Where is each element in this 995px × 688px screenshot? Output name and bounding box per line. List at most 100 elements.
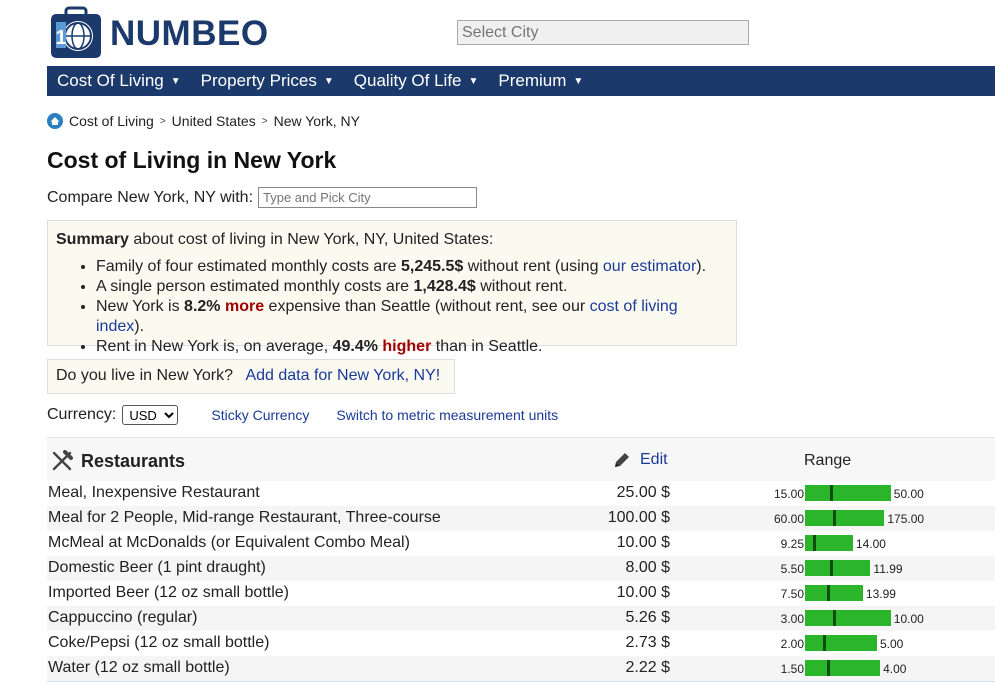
nav-premium[interactable]: Premium ▼ [488,66,593,96]
select-city-input[interactable] [457,20,749,45]
table-row: Cappuccino (regular) 5.26 $ 3.00 10.00 [47,606,995,631]
nav-quality-of-life[interactable]: Quality Of Life ▼ [344,66,489,96]
price-range: 9.25 14.00 [752,531,992,556]
price-range: 3.00 10.00 [752,606,992,631]
range-marker [826,660,830,676]
range-high: 11.99 [873,562,903,576]
breadcrumb: Cost of Living > United States > New Yor… [47,113,360,129]
item-name: Meal for 2 People, Mid-range Restaurant,… [48,509,441,526]
table-row: Coke/Pepsi (12 oz small bottle) 2.73 $ 2.0… [47,631,995,656]
summary-heading: Summary [56,231,129,248]
item-price: 100.00 $ [607,509,670,526]
compare-label: Compare New York, NY with: [47,188,254,206]
price-range: 5.50 11.99 [752,556,992,581]
range-marker [827,585,831,601]
item-name: McMeal at McDonalds (or Equivalent Combo… [48,534,410,551]
range-high: 14.00 [855,537,886,551]
nav-label: Cost Of Living [57,71,164,90]
summary-lead-text: about cost of living in New York, NY, Un… [128,231,494,248]
summary-text: New York is [96,298,185,315]
range-low: 5.50 [780,562,804,576]
price-range: 15.00 50.00 [752,481,992,506]
item-name: Imported Beer (12 oz small bottle) [48,584,289,601]
home-icon[interactable] [47,113,63,129]
breadcrumb-new-york[interactable]: New York, NY [274,113,360,129]
range-marker [812,535,816,551]
range-high: 4.00 [883,662,907,676]
item-name: Cappuccino (regular) [48,609,198,626]
breadcrumb-cost-of-living[interactable]: Cost of Living [69,113,154,129]
currency-row: Currency: USD Sticky Currency Switch to … [47,405,558,425]
restaurants-rows: Meal, Inexpensive Restaurant 25.00 $ 15.00… [47,481,995,681]
summary-comparison: higher [382,338,432,355]
range-low: 1.50 [780,662,804,676]
restaurants-header: Restaurants Edit Range [47,437,995,481]
restaurants-title: Restaurants [51,450,185,472]
contribute-box: Do you live in New York? Add data for Ne… [47,359,455,394]
page-title: Cost of Living in New York [47,147,337,173]
breadcrumb-separator: > [159,115,166,127]
breadcrumb-united-states[interactable]: United States [172,113,256,129]
fork-knife-icon [52,450,73,471]
numbeo-logo[interactable]: 1 NUMBEO [48,6,278,60]
sticky-currency-link[interactable]: Sticky Currency [211,407,309,423]
summary-comparison: more [224,298,265,315]
nav-label: Property Prices [200,71,317,90]
item-name: Domestic Beer (1 pint draught) [48,559,266,576]
compare-city-input[interactable] [258,187,478,208]
range-low: 9.25 [780,537,804,551]
table-divider [47,681,995,682]
summary-item: New York is 8.2% more expensive than Sea… [96,297,728,337]
range-marker [832,510,836,526]
nav-property-prices[interactable]: Property Prices ▼ [191,66,344,96]
range-header: Range [804,452,852,469]
range-low: 7.50 [780,587,804,601]
add-data-link[interactable]: Add data for New York, NY! [245,367,440,384]
edit-button[interactable]: Edit [612,450,668,470]
summary-value: 49.4% [332,338,378,355]
range-bar [805,635,877,651]
main-nav: Cost Of Living ▼ Property Prices ▼ Quality… [47,66,995,96]
price-range: 2.00 5.00 [752,631,992,656]
item-price: 5.26 $ [625,609,670,626]
range-bar [805,560,871,576]
nav-label: Quality Of Life [353,71,462,90]
summary-item: A single person estimated monthly costs … [96,277,728,297]
svg-text:1: 1 [55,27,66,49]
summary-value: 1,428.4$ [413,278,476,295]
summary-lead: Summary about cost of living in New York… [56,231,728,249]
range-high: 10.00 [893,612,924,626]
nav-cost-of-living[interactable]: Cost Of Living ▼ [47,66,191,96]
caret-down-icon: ▼ [468,75,479,87]
range-high: 5.00 [879,637,904,651]
summary-text: without rent (using [463,258,603,275]
table-row: Water (12 oz small bottle) 2.22 $ 1.50 4.00 [47,656,995,681]
item-name: Meal, Inexpensive Restaurant [48,484,260,501]
range-bar [805,585,863,601]
range-marker [829,485,833,501]
summary-text: Family of four estimated monthly costs a… [96,258,401,275]
item-price: 2.22 $ [625,659,670,676]
currency-select[interactable]: USD [122,405,179,425]
caret-down-icon: ▼ [573,75,584,87]
range-bar [805,510,885,526]
item-price: 10.00 $ [616,584,670,601]
table-row: Meal for 2 People, Mid-range Restaurant,… [47,506,995,531]
summary-text: ). [134,318,145,335]
range-low: 2.00 [780,637,804,651]
estimator-link[interactable]: our estimator [603,258,696,275]
edit-link[interactable]: Edit [640,451,668,469]
summary-text: than in Seattle. [431,338,543,355]
range-marker [822,635,826,651]
brand-name: NUMBEO [110,14,269,53]
item-name: Coke/Pepsi (12 oz small bottle) [48,634,270,651]
range-bar [805,485,891,501]
metric-units-link[interactable]: Switch to metric measurement units [336,407,558,423]
range-high: 50.00 [893,487,924,501]
table-row: McMeal at McDonalds (or Equivalent Combo… [47,531,995,556]
summary-text: ). [696,258,707,275]
range-low: 3.00 [780,612,804,626]
pencil-icon [615,453,629,467]
item-price: 10.00 $ [616,534,670,551]
range-low: 60.00 [773,512,804,526]
